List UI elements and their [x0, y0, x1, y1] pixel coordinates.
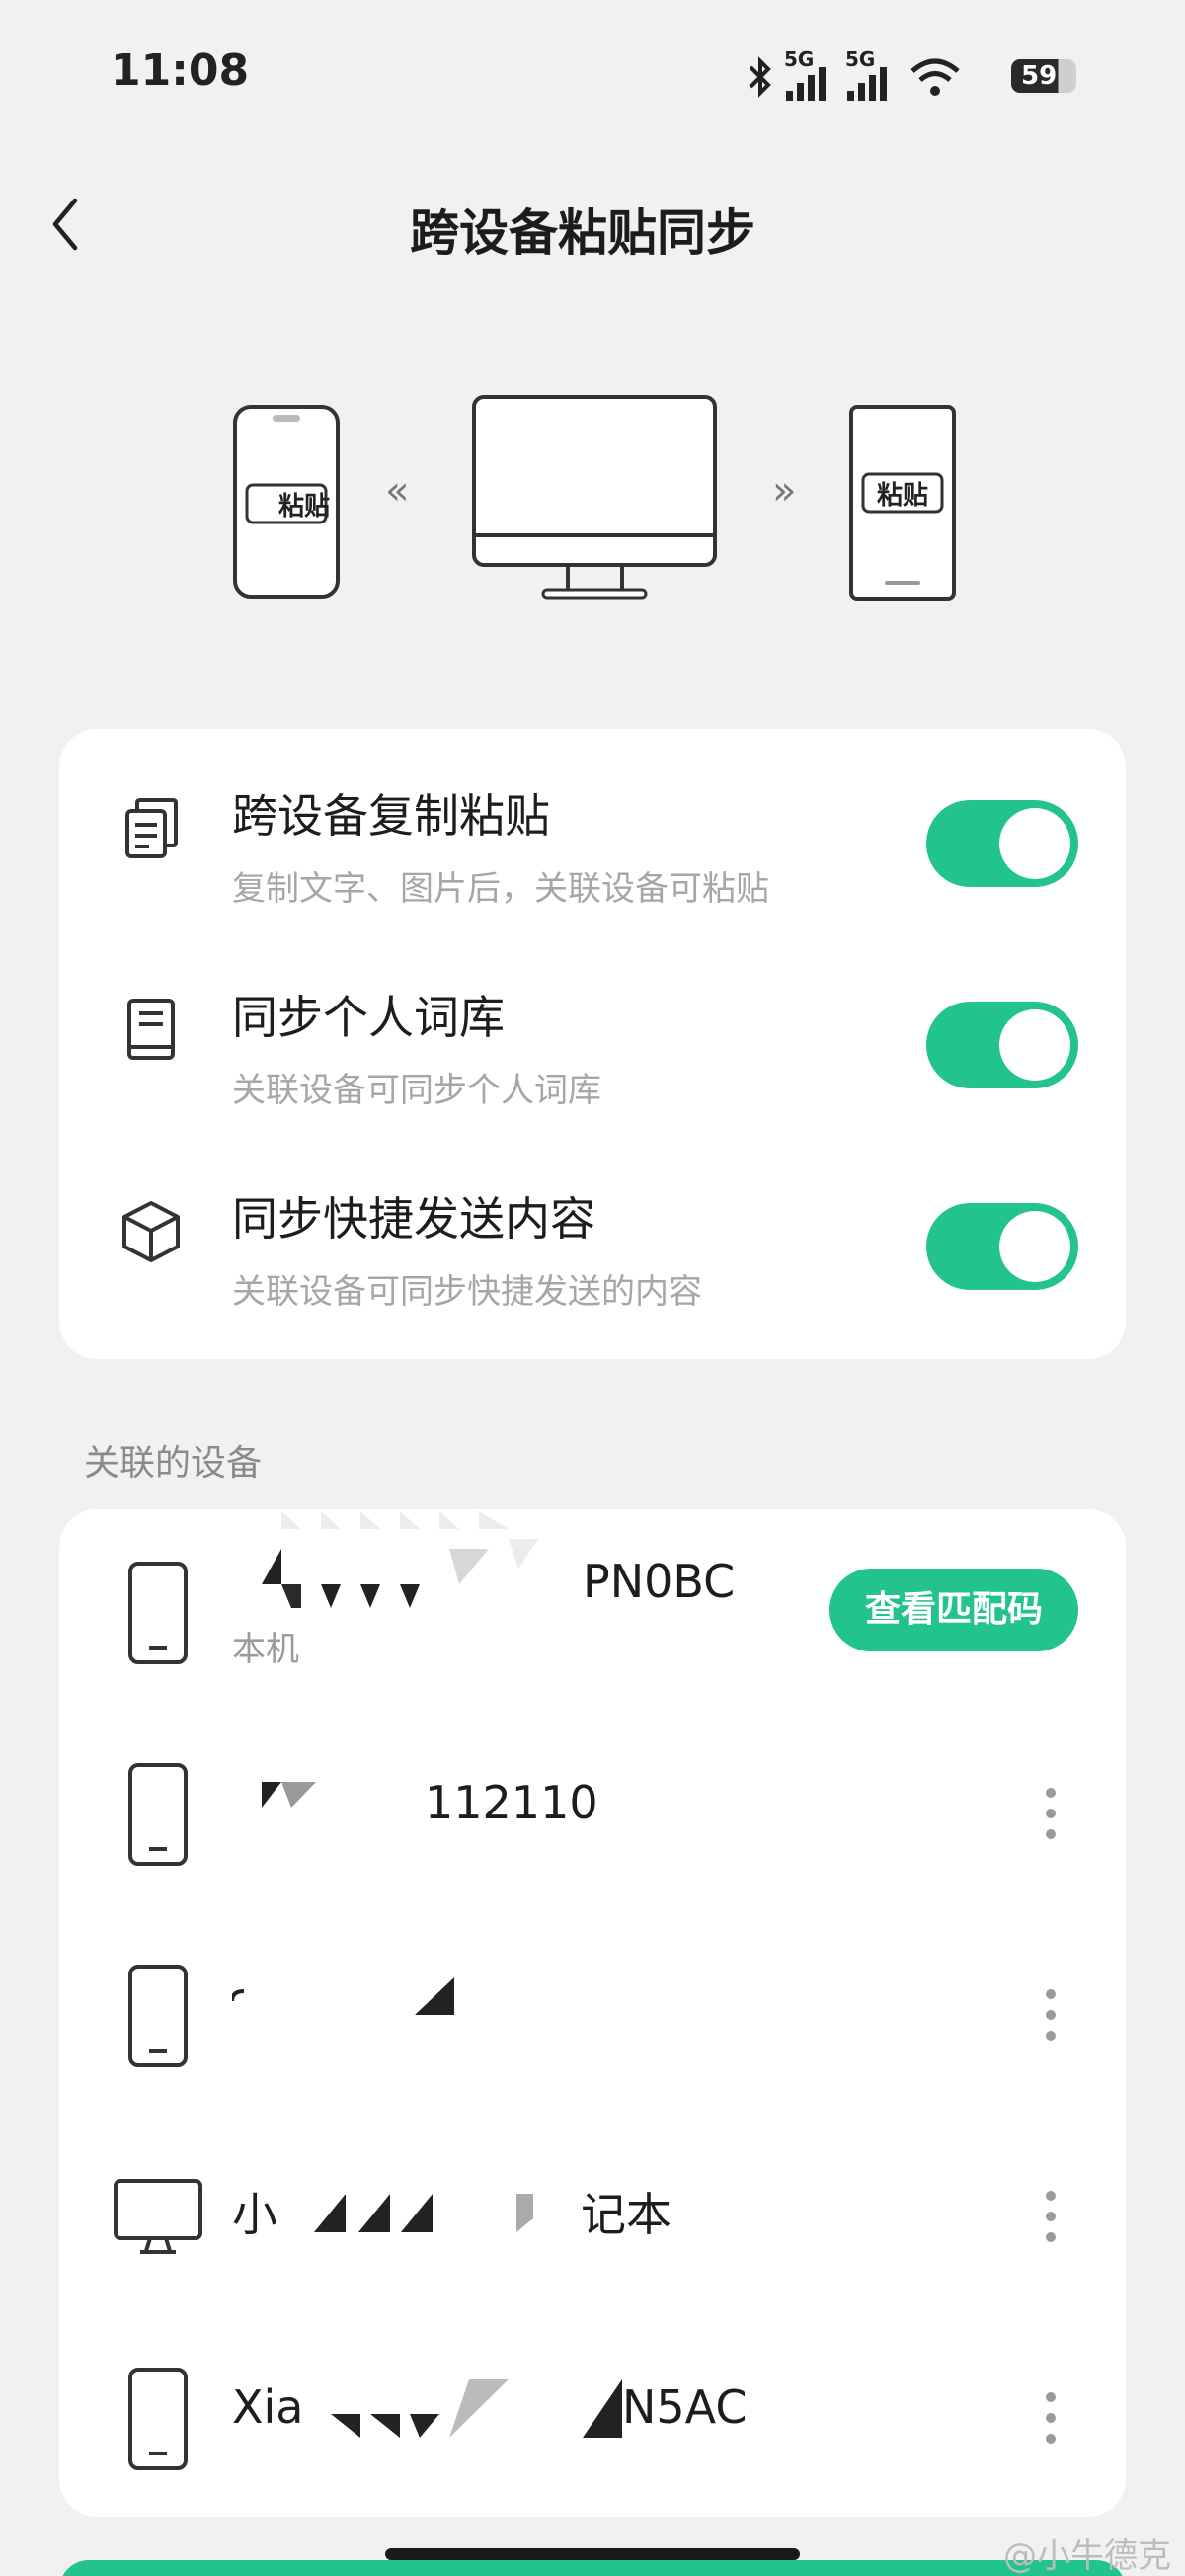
phone-icon — [118, 1760, 198, 1869]
redaction-mask — [222, 1509, 597, 1623]
toggle-knob — [999, 1211, 1070, 1282]
toggle-knob — [999, 1009, 1070, 1081]
toggle-knob — [999, 808, 1070, 879]
setting-title: 同步快捷发送内容 — [232, 1192, 595, 1246]
status-icons: 5G 5G 59 — [741, 45, 1076, 105]
watermark: @小牛德克 — [1003, 2536, 1171, 2576]
device-name: 112110 — [425, 1776, 598, 1829]
setting-title: 同步个人词库 — [232, 991, 505, 1044]
redaction-mask — [230, 1972, 469, 2031]
phone-icon — [118, 1962, 198, 2070]
devices-section-label: 关联的设备 — [84, 1443, 263, 1484]
view-match-code-button[interactable]: 查看匹配码 — [830, 1569, 1078, 1651]
phone-icon — [118, 1559, 198, 1667]
bottom-action-button[interactable] — [59, 2560, 1126, 2576]
bluetooth-icon — [749, 56, 771, 98]
copy-doc-icon — [118, 792, 184, 865]
setting-row-sync-quick-send: 同步快捷发送内容 关联设备可同步快捷发送的内容 — [59, 1132, 1126, 1333]
page-title: 跨设备粘贴同步 — [410, 204, 755, 262]
book-icon — [118, 994, 184, 1067]
left-phone-label: 粘贴 — [277, 492, 330, 522]
signal-icon — [847, 67, 887, 101]
wifi-icon — [910, 58, 960, 96]
sync-illustration: « » 粘贴 粘贴 — [217, 385, 988, 612]
home-indicator[interactable] — [385, 2548, 800, 2560]
setting-row-cross-device-paste: 跨设备复制粘贴 复制文字、图片后，关联设备可粘贴 — [59, 729, 1126, 930]
cube-icon — [118, 1195, 184, 1268]
device-row-3[interactable] — [59, 1912, 1126, 2114]
phone-icon — [118, 2365, 198, 2473]
devices-card: PN0BC 本机 查看匹配码 112110 小 记本 Xia N5AC — [59, 1509, 1126, 2517]
setting-subtitle: 关联设备可同步个人词库 — [232, 1071, 601, 1110]
right-phone-label: 粘贴 — [876, 481, 928, 511]
more-options-button[interactable] — [1031, 2185, 1070, 2248]
setting-subtitle: 关联设备可同步快捷发送的内容 — [232, 1272, 702, 1312]
device-name: Xia — [232, 2380, 304, 2434]
battery-icon: 59 — [1011, 59, 1076, 93]
status-bar: 11:08 5G 5G 59 — [0, 0, 1185, 148]
device-row-laptop[interactable]: 小 记本 — [59, 2114, 1126, 2315]
device-name-suffix: N5AC — [622, 2380, 748, 2434]
device-name: PN0BC — [583, 1555, 736, 1608]
left-arrow: « — [385, 468, 409, 514]
more-options-button[interactable] — [1031, 1782, 1070, 1845]
cross-device-paste-toggle[interactable] — [926, 800, 1078, 887]
more-options-button[interactable] — [1031, 2386, 1070, 2450]
setting-title: 跨设备复制粘贴 — [232, 789, 550, 843]
device-row-5[interactable]: Xia N5AC — [59, 2315, 1126, 2517]
status-time: 11:08 — [111, 45, 250, 96]
more-options-button[interactable] — [1031, 1983, 1070, 2047]
setting-subtitle: 复制文字、图片后，关联设备可粘贴 — [232, 869, 769, 909]
monitor-icon — [111, 2163, 205, 2272]
signal-icon — [786, 67, 826, 101]
redaction-mask — [301, 2375, 637, 2454]
sync-dictionary-toggle[interactable] — [926, 1002, 1078, 1088]
redaction-mask — [232, 1780, 449, 1829]
setting-row-sync-dictionary: 同步个人词库 关联设备可同步个人词库 — [59, 930, 1126, 1132]
device-name-suffix: 记本 — [581, 2188, 672, 2241]
sync-quick-send-toggle[interactable] — [926, 1203, 1078, 1290]
device-name: 小 — [232, 2188, 277, 2241]
device-row-2[interactable]: 112110 — [59, 1711, 1126, 1912]
right-arrow: » — [772, 468, 796, 514]
redaction-mask — [306, 2189, 592, 2238]
device-row-this-phone[interactable]: PN0BC 本机 查看匹配码 — [59, 1509, 1126, 1711]
settings-card: 跨设备复制粘贴 复制文字、图片后，关联设备可粘贴 同步个人词库 关联设备可同步个… — [59, 729, 1126, 1359]
device-subtitle: 本机 — [232, 1630, 299, 1669]
